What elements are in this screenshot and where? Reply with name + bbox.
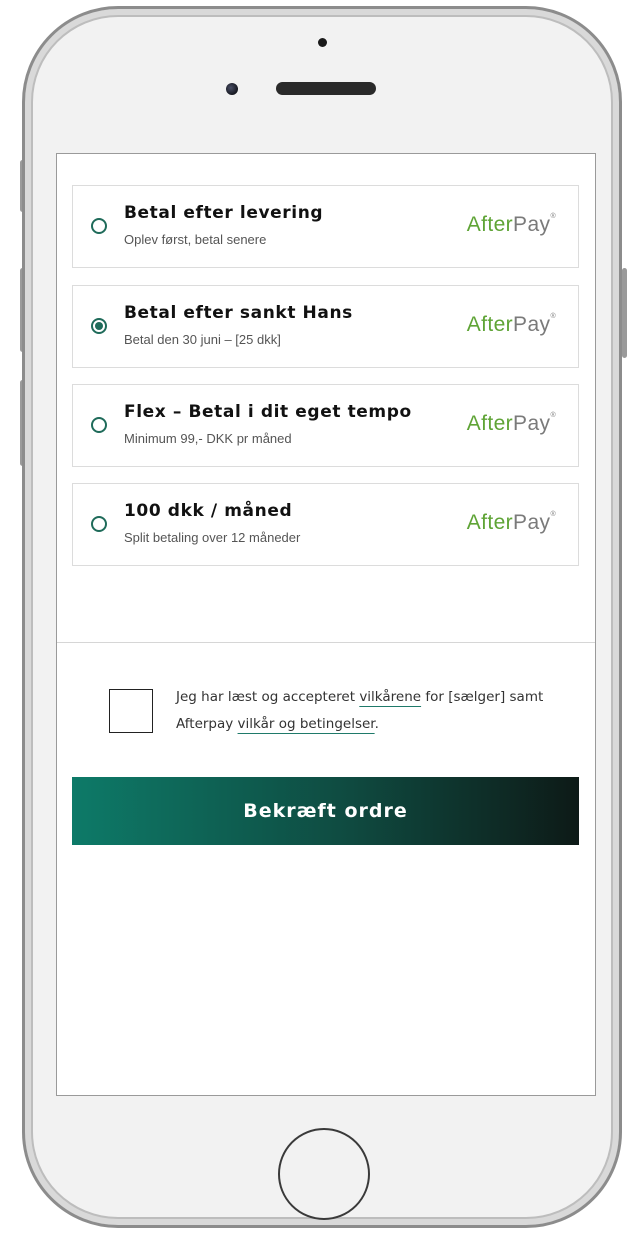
radio-empty-icon[interactable]	[91, 516, 107, 532]
earpiece-speaker	[276, 82, 376, 95]
option-title: Betal efter sankt Hans	[124, 303, 353, 323]
option-subtitle: Minimum 99,- DKK pr måned	[124, 431, 292, 446]
afterpay-logo: AfterPay®	[466, 511, 556, 534]
option-title: Betal efter levering	[124, 203, 324, 223]
screen: Betal efter levering Oplev først, betal …	[56, 153, 596, 1096]
radio-empty-icon[interactable]	[91, 417, 107, 433]
payment-option-100-dkk-maaned[interactable]: 100 dkk / måned Split betaling over 12 m…	[72, 483, 579, 566]
option-subtitle: Oplev først, betal senere	[124, 232, 267, 247]
afterpay-logo: AfterPay®	[466, 412, 556, 435]
option-subtitle: Split betaling over 12 måneder	[124, 530, 301, 545]
terms-link-vilkaar-og-betingelser[interactable]: vilkår og betingelser	[238, 716, 375, 732]
proximity-sensor	[318, 38, 327, 47]
option-title: 100 dkk / måned	[124, 501, 293, 521]
afterpay-logo: AfterPay®	[466, 213, 556, 236]
divider	[57, 642, 595, 643]
option-title: Flex – Betal i dit eget tempo	[124, 402, 412, 422]
afterpay-logo: AfterPay®	[466, 313, 556, 336]
home-button-icon[interactable]	[278, 1128, 370, 1220]
payment-option-flex[interactable]: Flex – Betal i dit eget tempo Minimum 99…	[72, 384, 579, 467]
payment-option-betal-efter-sankt-hans[interactable]: Betal efter sankt Hans Betal den 30 juni…	[72, 285, 579, 368]
payment-option-betal-efter-levering[interactable]: Betal efter levering Oplev først, betal …	[72, 185, 579, 268]
terms-checkbox[interactable]	[109, 689, 153, 733]
terms-text: Jeg har læst og accepteret vilkårene for…	[176, 689, 544, 732]
confirm-order-button[interactable]: Bekræft ordre	[72, 777, 579, 845]
power-button	[622, 268, 627, 358]
option-subtitle: Betal den 30 juni – [25 dkk]	[124, 332, 281, 347]
radio-filled-icon[interactable]	[91, 318, 107, 334]
terms-link-vilkaarene[interactable]: vilkårene	[359, 689, 421, 705]
front-camera-icon	[226, 83, 238, 95]
radio-empty-icon[interactable]	[91, 218, 107, 234]
